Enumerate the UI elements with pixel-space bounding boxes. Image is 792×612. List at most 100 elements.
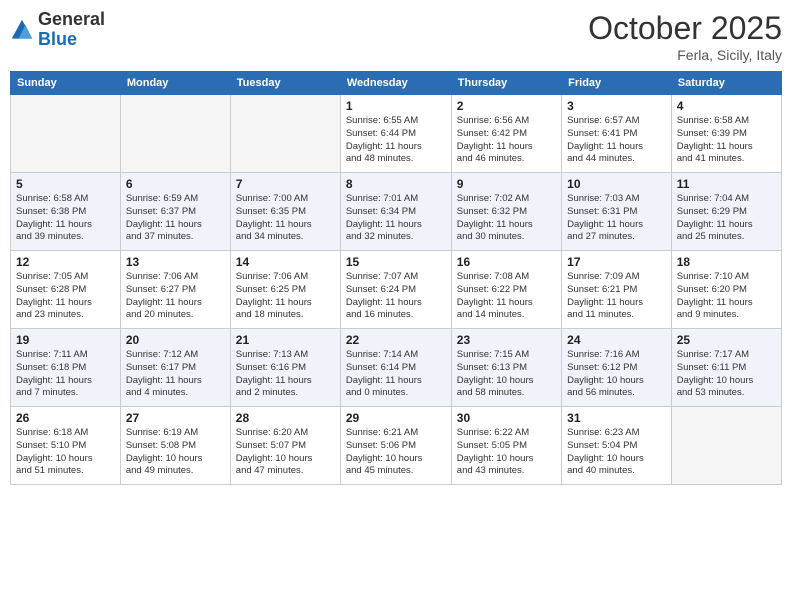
location-subtitle: Ferla, Sicily, Italy <box>588 47 782 63</box>
col-friday: Friday <box>562 72 672 95</box>
day-number: 28 <box>236 411 335 425</box>
day-number: 9 <box>457 177 556 191</box>
table-row: 29 Sunrise: 6:21 AMSunset: 5:06 PMDayligh… <box>340 407 451 485</box>
day-number: 23 <box>457 333 556 347</box>
day-number: 27 <box>126 411 225 425</box>
day-number: 24 <box>567 333 666 347</box>
table-row: 16 Sunrise: 7:08 AMSunset: 6:22 PMDayligh… <box>451 251 561 329</box>
day-info: Sunrise: 6:58 AMSunset: 6:39 PMDaylight:… <box>677 115 776 166</box>
day-number: 7 <box>236 177 335 191</box>
day-number: 5 <box>16 177 115 191</box>
day-info: Sunrise: 7:07 AMSunset: 6:24 PMDaylight:… <box>346 271 446 322</box>
day-number: 10 <box>567 177 666 191</box>
day-info: Sunrise: 7:17 AMSunset: 6:11 PMDaylight:… <box>677 349 776 400</box>
table-row: 4 Sunrise: 6:58 AMSunset: 6:39 PMDaylight… <box>671 95 781 173</box>
day-number: 1 <box>346 99 446 113</box>
day-number: 29 <box>346 411 446 425</box>
logo-icon <box>10 18 34 42</box>
table-row: 19 Sunrise: 7:11 AMSunset: 6:18 PMDayligh… <box>11 329 121 407</box>
table-row: 12 Sunrise: 7:05 AMSunset: 6:28 PMDayligh… <box>11 251 121 329</box>
table-row: 9 Sunrise: 7:02 AMSunset: 6:32 PMDaylight… <box>451 173 561 251</box>
day-info: Sunrise: 7:04 AMSunset: 6:29 PMDaylight:… <box>677 193 776 244</box>
day-info: Sunrise: 6:20 AMSunset: 5:07 PMDaylight:… <box>236 427 335 478</box>
day-number: 13 <box>126 255 225 269</box>
day-info: Sunrise: 6:22 AMSunset: 5:05 PMDaylight:… <box>457 427 556 478</box>
day-info: Sunrise: 6:18 AMSunset: 5:10 PMDaylight:… <box>16 427 115 478</box>
day-number: 21 <box>236 333 335 347</box>
table-row: 25 Sunrise: 7:17 AMSunset: 6:11 PMDayligh… <box>671 329 781 407</box>
day-info: Sunrise: 7:00 AMSunset: 6:35 PMDaylight:… <box>236 193 335 244</box>
table-row: 13 Sunrise: 7:06 AMSunset: 6:27 PMDayligh… <box>120 251 230 329</box>
day-number: 25 <box>677 333 776 347</box>
title-block: October 2025 Ferla, Sicily, Italy <box>588 10 782 63</box>
day-number: 20 <box>126 333 225 347</box>
col-saturday: Saturday <box>671 72 781 95</box>
day-info: Sunrise: 6:21 AMSunset: 5:06 PMDaylight:… <box>346 427 446 478</box>
day-info: Sunrise: 7:16 AMSunset: 6:12 PMDaylight:… <box>567 349 666 400</box>
table-row: 5 Sunrise: 6:58 AMSunset: 6:38 PMDaylight… <box>11 173 121 251</box>
table-row: 3 Sunrise: 6:57 AMSunset: 6:41 PMDaylight… <box>562 95 672 173</box>
page-header: General Blue October 2025 Ferla, Sicily,… <box>10 10 782 63</box>
day-info: Sunrise: 7:01 AMSunset: 6:34 PMDaylight:… <box>346 193 446 244</box>
day-info: Sunrise: 6:23 AMSunset: 5:04 PMDaylight:… <box>567 427 666 478</box>
table-row: 30Sunrise: 6:22 AMSunset: 5:05 PMDayligh… <box>451 407 561 485</box>
day-info: Sunrise: 7:15 AMSunset: 6:13 PMDaylight:… <box>457 349 556 400</box>
day-info: Sunrise: 7:14 AMSunset: 6:14 PMDaylight:… <box>346 349 446 400</box>
calendar-week-row: 5 Sunrise: 6:58 AMSunset: 6:38 PMDaylight… <box>11 173 782 251</box>
logo-text: General Blue <box>38 10 105 50</box>
table-row: 15 Sunrise: 7:07 AMSunset: 6:24 PMDayligh… <box>340 251 451 329</box>
day-info: Sunrise: 7:03 AMSunset: 6:31 PMDaylight:… <box>567 193 666 244</box>
col-thursday: Thursday <box>451 72 561 95</box>
month-title: October 2025 <box>588 10 782 47</box>
table-row: 8Sunrise: 7:01 AMSunset: 6:34 PMDaylight… <box>340 173 451 251</box>
day-info: Sunrise: 7:08 AMSunset: 6:22 PMDaylight:… <box>457 271 556 322</box>
col-wednesday: Wednesday <box>340 72 451 95</box>
calendar-week-row: 1 Sunrise: 6:55 AMSunset: 6:44 PMDaylight… <box>11 95 782 173</box>
table-row: 11 Sunrise: 7:04 AMSunset: 6:29 PMDayligh… <box>671 173 781 251</box>
table-row <box>230 95 340 173</box>
table-row: 22 Sunrise: 7:14 AMSunset: 6:14 PMDayligh… <box>340 329 451 407</box>
calendar-table: Sunday Monday Tuesday Wednesday Thursday… <box>10 71 782 485</box>
table-row: 21 Sunrise: 7:13 AMSunset: 6:16 PMDayligh… <box>230 329 340 407</box>
day-info: Sunrise: 6:55 AMSunset: 6:44 PMDaylight:… <box>346 115 446 166</box>
table-row: 10 Sunrise: 7:03 AMSunset: 6:31 PMDayligh… <box>562 173 672 251</box>
col-tuesday: Tuesday <box>230 72 340 95</box>
day-info: Sunrise: 7:02 AMSunset: 6:32 PMDaylight:… <box>457 193 556 244</box>
day-number: 18 <box>677 255 776 269</box>
table-row: 26 Sunrise: 6:18 AMSunset: 5:10 PMDayligh… <box>11 407 121 485</box>
table-row: 28 Sunrise: 6:20 AMSunset: 5:07 PMDayligh… <box>230 407 340 485</box>
day-info: Sunrise: 7:13 AMSunset: 6:16 PMDaylight:… <box>236 349 335 400</box>
col-monday: Monday <box>120 72 230 95</box>
day-info: Sunrise: 7:06 AMSunset: 6:27 PMDaylight:… <box>126 271 225 322</box>
calendar-week-row: 12 Sunrise: 7:05 AMSunset: 6:28 PMDayligh… <box>11 251 782 329</box>
day-number: 19 <box>16 333 115 347</box>
table-row: 27 Sunrise: 6:19 AMSunset: 5:08 PMDayligh… <box>120 407 230 485</box>
day-number: 16 <box>457 255 556 269</box>
day-info: Sunrise: 6:58 AMSunset: 6:38 PMDaylight:… <box>16 193 115 244</box>
day-number: 12 <box>16 255 115 269</box>
day-number: 22 <box>346 333 446 347</box>
table-row: 14 Sunrise: 7:06 AMSunset: 6:25 PMDayligh… <box>230 251 340 329</box>
table-row: 24 Sunrise: 7:16 AMSunset: 6:12 PMDayligh… <box>562 329 672 407</box>
col-sunday: Sunday <box>11 72 121 95</box>
day-number: 15 <box>346 255 446 269</box>
day-info: Sunrise: 7:05 AMSunset: 6:28 PMDaylight:… <box>16 271 115 322</box>
table-row: 17Sunrise: 7:09 AMSunset: 6:21 PMDayligh… <box>562 251 672 329</box>
day-info: Sunrise: 6:57 AMSunset: 6:41 PMDaylight:… <box>567 115 666 166</box>
table-row: 6Sunrise: 6:59 AMSunset: 6:37 PMDaylight… <box>120 173 230 251</box>
table-row: 18Sunrise: 7:10 AMSunset: 6:20 PMDayligh… <box>671 251 781 329</box>
day-number: 14 <box>236 255 335 269</box>
calendar-week-row: 26 Sunrise: 6:18 AMSunset: 5:10 PMDayligh… <box>11 407 782 485</box>
table-row: 1 Sunrise: 6:55 AMSunset: 6:44 PMDaylight… <box>340 95 451 173</box>
day-number: 3 <box>567 99 666 113</box>
day-info: Sunrise: 6:56 AMSunset: 6:42 PMDaylight:… <box>457 115 556 166</box>
day-number: 4 <box>677 99 776 113</box>
table-row: 2 Sunrise: 6:56 AMSunset: 6:42 PMDaylight… <box>451 95 561 173</box>
day-info: Sunrise: 7:12 AMSunset: 6:17 PMDaylight:… <box>126 349 225 400</box>
day-info: Sunrise: 6:19 AMSunset: 5:08 PMDaylight:… <box>126 427 225 478</box>
day-number: 11 <box>677 177 776 191</box>
day-info: Sunrise: 7:11 AMSunset: 6:18 PMDaylight:… <box>16 349 115 400</box>
day-number: 26 <box>16 411 115 425</box>
day-number: 2 <box>457 99 556 113</box>
day-info: Sunrise: 7:06 AMSunset: 6:25 PMDaylight:… <box>236 271 335 322</box>
